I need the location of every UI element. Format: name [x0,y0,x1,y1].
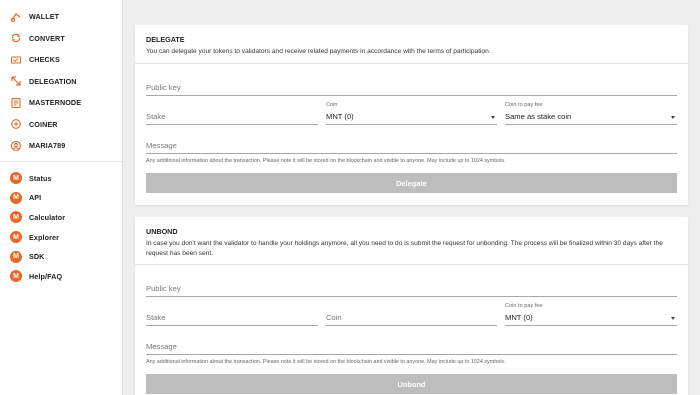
masternode-icon [10,97,22,109]
unbond-public-key-input[interactable]: Public key [146,281,677,297]
sidebar-item-label: WALLET [29,12,60,22]
delegate-title: DELEGATE [146,35,185,44]
sidebar-links: M Status M API M Calculator M Explorer M… [0,169,122,287]
unbond-card: UNBOND In case you don't want the valida… [135,217,688,395]
fee-coin-label: Coin to pay fee [505,303,543,309]
stake-placeholder: Stake [146,313,166,322]
minter-logo-icon: M [10,211,22,224]
sidebar-link-calculator[interactable]: M Calculator [0,208,122,228]
sidebar-item-label: MASTERNODE [29,98,82,108]
sidebar: WALLET CONVERT CHECKS DELEGATION MASTERN… [0,0,123,395]
delegate-button[interactable]: Delegate [146,173,677,193]
delegate-fee-coin-select[interactable]: Coin to pay fee Same as stake coin [505,102,677,125]
delegate-description: You can delegate your tokens to validato… [146,48,491,55]
unbond-message-hint: Any additional information about the tra… [146,359,506,365]
minter-logo-icon: M [10,231,22,244]
unbond-form: Public key Stake Coin Coin to pay fee MN… [135,265,688,395]
delegate-card: DELEGATE You can delegate your tokens to… [135,25,688,205]
sidebar-item-label: MARIA789 [29,141,66,151]
sidebar-item-label: COINER [29,119,58,129]
unbond-coin-input[interactable]: Coin [326,310,497,326]
wallet-icon [10,11,22,23]
delegate-stake-input[interactable]: Stake [146,109,318,125]
sidebar-link-label: Explorer [29,232,59,242]
unbond-stake-input[interactable]: Stake [146,310,318,326]
delegate-card-header: DELEGATE You can delegate your tokens to… [135,25,688,64]
unbond-button[interactable]: Unbond [146,374,677,394]
message-placeholder: Message [146,342,177,351]
fee-coin-value: MNT (0) [505,313,533,322]
sidebar-link-label: Status [29,173,52,183]
unbond-message-input[interactable]: Message [146,339,677,355]
minter-badge: M [10,231,22,244]
coin-placeholder: Coin [326,313,342,322]
minter-badge: M [10,172,22,185]
minter-badge: M [10,270,22,283]
fee-coin-label: Coin to pay fee [505,102,543,108]
sidebar-link-sdk[interactable]: M SDK [0,247,122,267]
sidebar-link-explorer[interactable]: M Explorer [0,227,122,247]
delegation-icon [10,75,22,87]
main-content: DELEGATE You can delegate your tokens to… [123,0,700,395]
coiner-icon [10,118,22,130]
sidebar-main-nav: WALLET CONVERT CHECKS DELEGATION MASTERN… [0,0,122,157]
sidebar-link-status[interactable]: M Status [0,169,122,189]
sidebar-link-label: API [29,193,42,203]
minter-badge: M [10,191,22,204]
delegate-public-key-input[interactable]: Public key [146,80,677,96]
message-placeholder: Message [146,141,177,150]
sidebar-item-wallet[interactable]: WALLET [0,6,122,28]
public-key-placeholder: Public key [146,284,181,293]
sidebar-link-label: SDK [29,252,45,262]
unbond-title: UNBOND [146,227,178,236]
delegate-message-hint: Any additional information about the tra… [146,158,506,164]
chevron-down-icon [491,116,495,119]
sidebar-item-label: DELEGATION [29,76,77,86]
sidebar-item-delegation[interactable]: DELEGATION [0,71,122,93]
unbond-fee-coin-select[interactable]: Coin to pay fee MNT (0) [505,303,677,326]
sidebar-link-label: Help/FAQ [29,271,63,281]
chevron-down-icon [671,317,675,320]
coin-value: MNT (0) [326,112,354,121]
minter-badge: M [10,250,22,263]
sidebar-item-coiner[interactable]: COINER [0,114,122,136]
sidebar-item-label: CONVERT [29,33,65,43]
sidebar-item-masternode[interactable]: MASTERNODE [0,92,122,114]
sidebar-item-account[interactable]: MARIA789 [0,135,122,157]
minter-badge: M [10,211,22,224]
sidebar-link-help-faq[interactable]: M Help/FAQ [0,266,122,286]
minter-logo-icon: M [10,172,22,185]
sidebar-item-checks[interactable]: CHECKS [0,49,122,71]
delegate-coin-select[interactable]: Coin MNT (0) [326,102,497,125]
sidebar-link-label: Calculator [29,212,66,222]
stake-placeholder: Stake [146,112,166,121]
coin-label: Coin [326,102,338,108]
unbond-card-header: UNBOND In case you don't want the valida… [135,217,688,265]
public-key-placeholder: Public key [146,83,181,92]
fee-coin-value: Same as stake coin [505,112,572,121]
sidebar-link-api[interactable]: M API [0,188,122,208]
user-icon [10,140,22,152]
minter-logo-icon: M [10,250,22,263]
unbond-description: In case you don't want the validator to … [146,240,663,257]
sidebar-divider [0,160,122,162]
checks-icon [10,54,22,66]
minter-logo-icon: M [10,191,22,204]
delegate-form: Public key Stake Coin MNT (0) Coin to pa… [135,64,688,205]
convert-icon [10,32,22,44]
sidebar-item-convert[interactable]: CONVERT [0,28,122,50]
delegate-message-input[interactable]: Message [146,138,677,154]
chevron-down-icon [671,116,675,119]
sidebar-item-label: CHECKS [29,55,60,65]
minter-logo-icon: M [10,270,22,283]
